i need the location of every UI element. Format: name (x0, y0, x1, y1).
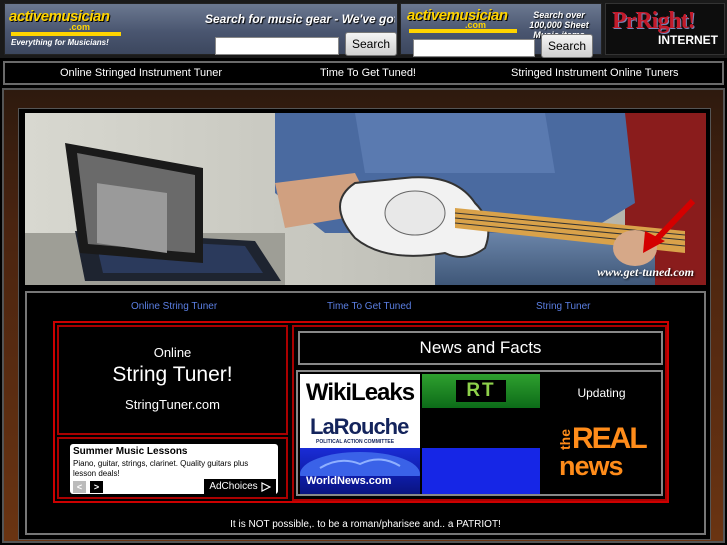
play-triangle-icon (261, 481, 271, 492)
nav-link-online-tuners[interactable]: Stringed Instrument Online Tuners (511, 67, 679, 79)
activemusician-logo[interactable]: activemusician .com Everything for Music… (9, 8, 129, 50)
prright-internet-logo[interactable]: PrRight! INTERNET (605, 3, 725, 55)
hero-credit-text: www.get-tuned.com (597, 265, 694, 279)
news-column-right: Updating the REAL news (542, 374, 661, 494)
nav-link-stringed-instrument-tuner[interactable]: Online Stringed Instrument Tuner (60, 67, 222, 79)
news-logo-grid: WikiLeaks LaRouche POLITICAL ACTION COMM… (296, 370, 663, 496)
gear-search-input[interactable] (215, 37, 339, 55)
gear-search-button[interactable]: Search (345, 32, 397, 56)
activemusician-logo-text-2: activemusician (407, 7, 508, 24)
content-panel: www.get-tuned.com Online String Tuner Ti… (18, 108, 711, 540)
sheet-music-search-button[interactable]: Search (541, 34, 593, 58)
inner-content-box: Online String Tuner Time To Get Tuned St… (25, 291, 706, 535)
logo-keyboard-bar-2 (409, 29, 517, 33)
summer-lessons-ad[interactable]: Summer Music Lessons Piano, guitar, stri… (70, 444, 278, 494)
string-tuner-promo[interactable]: Online String Tuner! StringTuner.com (57, 325, 288, 435)
worldnews-text: WorldNews.com (306, 475, 392, 487)
news-column-left: WikiLeaks LaRouche POLITICAL ACTION COMM… (300, 374, 420, 494)
footer-quote: It is NOT possible,. to be a roman/phari… (230, 519, 501, 530)
wikileaks-logo[interactable]: WikiLeaks (300, 374, 420, 412)
blue-placeholder-tile[interactable] (422, 448, 540, 494)
prright-logo-sub: INTERNET (658, 33, 718, 47)
larouche-subtitle: POLITICAL ACTION COMMITTEE (316, 439, 395, 445)
ad-prev-button[interactable]: < (73, 481, 86, 493)
sublink-time-to-get-tuned[interactable]: Time To Get Tuned (327, 301, 412, 312)
hero-guitar-image: www.get-tuned.com (25, 113, 706, 285)
therealnews-logo[interactable]: the REAL news (557, 422, 648, 486)
sublink-online-string-tuner[interactable]: Online String Tuner (131, 301, 217, 312)
gear-search-heading: Search for music gear - We've got it al (205, 12, 395, 26)
tuner-title: String Tuner! (112, 363, 233, 386)
sublink-string-tuner[interactable]: String Tuner (536, 301, 590, 312)
realnews-news: news (559, 451, 624, 481)
rt-text: RT (456, 380, 506, 402)
news-and-facts-panel: News and Facts WikiLeaks LaRouche POLITI… (292, 325, 667, 501)
rt-logo[interactable]: RT (422, 374, 540, 408)
hero-illustration (25, 113, 706, 285)
activemusician-logo-2[interactable]: activemusician .com (407, 7, 517, 35)
adchoices-link[interactable]: AdChoices (204, 479, 276, 494)
activemusician-search-ad[interactable]: activemusician .com Everything for Music… (4, 3, 398, 56)
sheet-music-search-ad[interactable]: activemusician .com Search over 100,000 … (400, 3, 602, 58)
tuner-site: StringTuner.com (125, 397, 220, 412)
sheet-music-search-input[interactable] (413, 39, 535, 57)
realnews-the: the (557, 429, 573, 450)
updating-label: Updating (577, 386, 626, 400)
ad-title[interactable]: Summer Music Lessons (73, 446, 187, 457)
red-bordered-panel: Online String Tuner! StringTuner.com Sum… (53, 321, 669, 503)
logo-keyboard-bar (11, 32, 121, 36)
larouche-name: LaRouche (310, 414, 409, 439)
activemusician-logo-text: activemusician (9, 8, 110, 25)
news-column-middle: RT (422, 374, 540, 494)
worldnews-logo[interactable]: WorldNews.com (300, 448, 420, 494)
main-frame: www.get-tuned.com Online String Tuner Ti… (2, 88, 725, 543)
tuner-online-label: Online (153, 345, 192, 360)
ad-container: Summer Music Lessons Piano, guitar, stri… (57, 437, 288, 499)
top-nav-bar: Online Stringed Instrument Tuner Time To… (3, 61, 724, 85)
sub-nav: Online String Tuner Time To Get Tuned St… (27, 301, 704, 315)
activemusician-logo-com: .com (69, 22, 91, 32)
nav-link-time-to-get-tuned[interactable]: Time To Get Tuned! (320, 67, 416, 79)
prright-logo-text: PrRight! (612, 8, 696, 34)
ad-body: Piano, guitar, strings, clarinet. Qualit… (73, 459, 249, 478)
globe-icon (300, 452, 420, 494)
activemusician-tagline: Everything for Musicians! (11, 38, 109, 47)
ad-next-button[interactable]: > (90, 481, 103, 493)
news-heading: News and Facts (298, 331, 663, 365)
adchoices-label: AdChoices (209, 481, 258, 492)
larouche-logo[interactable]: LaRouche POLITICAL ACTION COMMITTEE (300, 412, 420, 448)
top-banner-strip: activemusician .com Everything for Music… (0, 0, 727, 58)
